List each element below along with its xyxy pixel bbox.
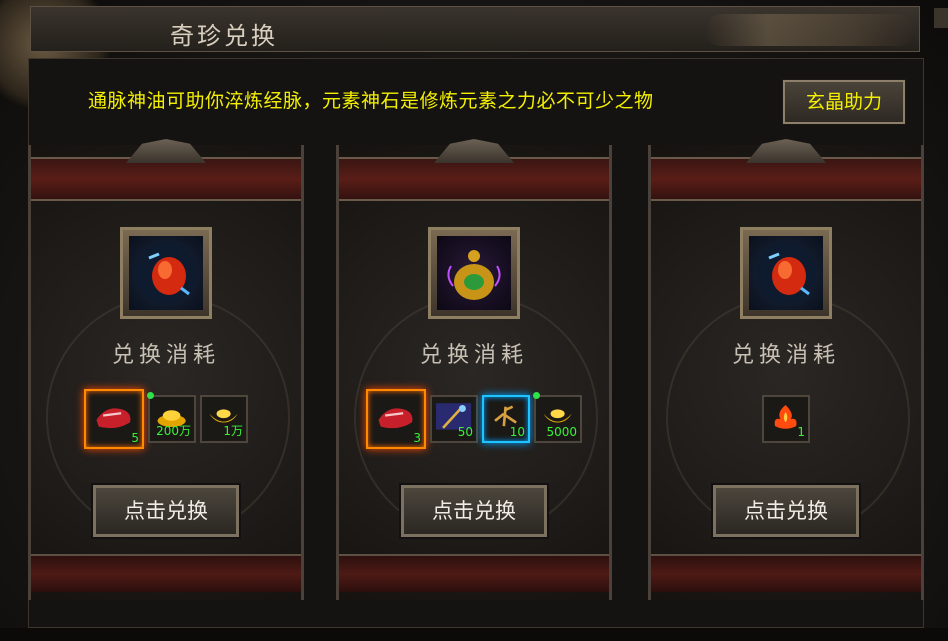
assist-button[interactable]: 玄晶助力: [782, 79, 906, 125]
bottom-bar: [0, 628, 948, 641]
cost-slot[interactable]: 3: [366, 389, 426, 449]
cost-label: 兑换消耗: [111, 343, 220, 368]
cost-slot[interactable]: 5: [84, 389, 144, 449]
red-cloth-icon: [378, 408, 412, 428]
panel-footer-band: [31, 554, 301, 592]
status-dot: [533, 392, 540, 399]
panel-footer-band: [339, 554, 609, 592]
exchange-window: 奇珍兑换 通脉神油可助你淬炼经脉，元素神石是修炼元素之力必不可少之物 玄晶助力 …: [0, 0, 948, 641]
cost-slot[interactable]: 5000: [533, 392, 582, 443]
cost-slots: 3 50 10 5000: [339, 389, 609, 449]
cost-count: 1万: [223, 424, 243, 438]
reward-item-frame[interactable]: [740, 227, 832, 319]
exchange-button[interactable]: 点击兑换: [91, 483, 241, 539]
panel-header-band: [31, 157, 301, 201]
red-cloth-icon: [96, 408, 130, 428]
red-gem-icon: [136, 243, 196, 303]
cost-slot[interactable]: 200万: [147, 392, 196, 443]
cost-count: 5: [131, 431, 139, 445]
cost-count: 3: [413, 431, 421, 445]
cost-slots: 5 200万 1万: [31, 389, 301, 449]
exchange-panel-1: 兑换消耗 5 200万 1万 点击兑换: [28, 139, 304, 600]
panel-header-band: [651, 157, 921, 201]
exchange-panel-2: 兑换消耗 3 50 10 5000 点击兑换: [336, 139, 612, 600]
cost-count: 5000: [546, 425, 577, 439]
cost-slot[interactable]: 1万: [200, 395, 248, 443]
cost-count: 200万: [156, 424, 191, 438]
window-title: 奇珍兑换: [170, 22, 278, 50]
dragon-ornament-right: [705, 14, 915, 46]
red-gem-icon: [756, 243, 816, 303]
exchange-panel-3: 兑换消耗 1 点击兑换: [648, 139, 924, 600]
cost-slots: 1: [651, 395, 921, 443]
cost-count: 50: [457, 425, 473, 439]
cost-slot[interactable]: 50: [430, 395, 478, 443]
status-dot: [147, 392, 154, 399]
reward-item-frame[interactable]: [120, 227, 212, 319]
golden-gourd-icon: [447, 250, 501, 300]
reward-item-frame[interactable]: [428, 227, 520, 319]
exchange-button[interactable]: 点击兑换: [711, 483, 861, 539]
notice-text: 通脉神油可助你淬炼经脉，元素神石是修炼元素之力必不可少之物: [88, 90, 654, 112]
close-icon[interactable]: [934, 8, 948, 28]
cost-slot[interactable]: 10: [482, 395, 530, 443]
exchange-button[interactable]: 点击兑换: [399, 483, 549, 539]
panel-footer-band: [651, 554, 921, 592]
cost-count: 1: [797, 425, 805, 439]
cost-slot[interactable]: 1: [762, 395, 810, 443]
panel-header-band: [339, 157, 609, 201]
cost-label: 兑换消耗: [419, 343, 528, 368]
cost-count: 10: [509, 425, 525, 439]
cost-label: 兑换消耗: [731, 343, 840, 368]
